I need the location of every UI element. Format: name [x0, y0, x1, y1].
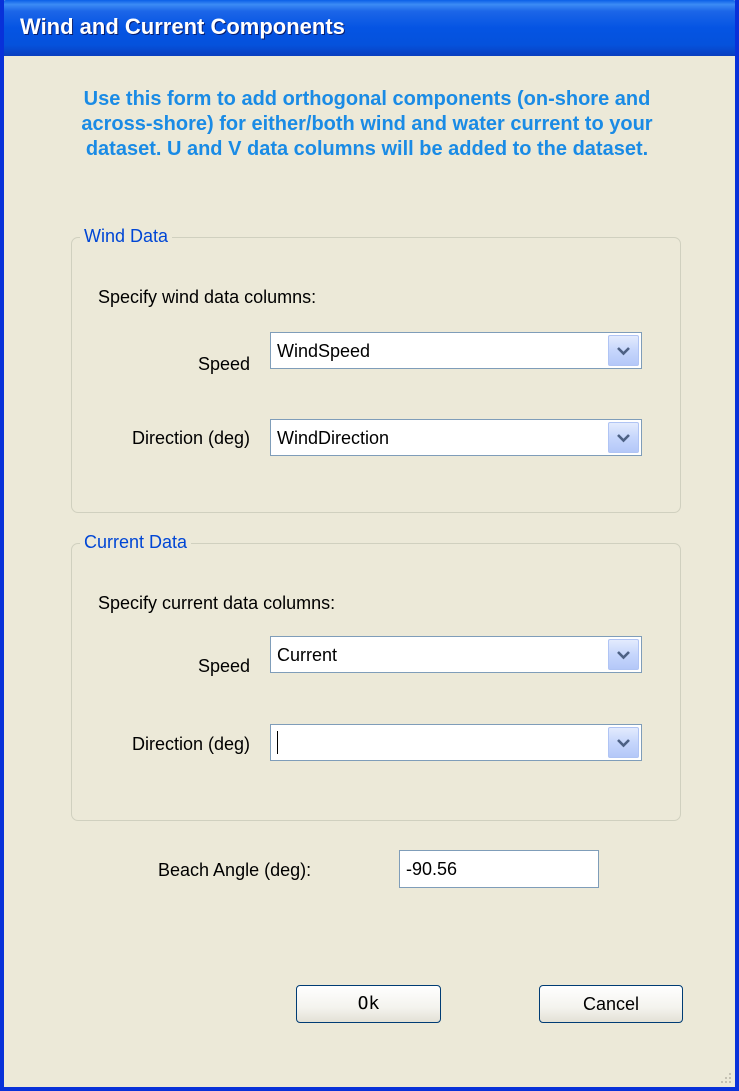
chevron-down-icon	[617, 434, 630, 443]
resize-grip-icon[interactable]	[717, 1069, 733, 1085]
window-title: Wind and Current Components	[20, 14, 345, 39]
wind-direction-dropdown-button[interactable]	[608, 422, 639, 453]
wind-speed-value: WindSpeed	[277, 341, 371, 361]
wind-data-legend: Wind Data	[80, 226, 173, 247]
title-bar[interactable]: Wind and Current Components	[4, 0, 735, 56]
chevron-down-icon	[617, 739, 630, 748]
wind-direction-label: Direction (deg)	[131, 428, 250, 448]
wind-direction-value: WindDirection	[277, 428, 390, 448]
beach-angle-label: Beach Angle (deg):	[158, 860, 312, 880]
cancel-button[interactable]: Cancel	[539, 985, 683, 1023]
current-direction-label: Direction (deg)	[131, 734, 250, 754]
chevron-down-icon	[617, 347, 630, 356]
dialog-window: Wind and Current Components Use this for…	[0, 0, 739, 1091]
wind-direction-select[interactable]: WindDirection	[270, 419, 642, 456]
current-direction-dropdown-button[interactable]	[608, 727, 639, 758]
text-caret	[277, 731, 278, 754]
current-speed-value: Current	[277, 645, 338, 665]
ok-button[interactable]: Ok	[296, 985, 441, 1023]
current-data-legend: Current Data	[80, 532, 192, 553]
wind-speed-dropdown-button[interactable]	[608, 335, 639, 366]
wind-speed-label: Speed	[197, 354, 250, 374]
beach-angle-input[interactable]	[399, 850, 599, 888]
current-speed-select[interactable]: Current	[270, 636, 642, 673]
current-data-subtitle: Specify current data columns:	[98, 593, 336, 613]
wind-speed-select[interactable]: WindSpeed	[270, 332, 642, 369]
current-speed-label: Speed	[197, 656, 250, 676]
wind-data-group: Wind Data Specify wind data columns: Spe…	[71, 226, 681, 513]
instructions-text: Use this form to add orthogonal componen…	[81, 88, 653, 160]
current-direction-select[interactable]	[270, 724, 642, 761]
wind-data-subtitle: Specify wind data columns:	[98, 287, 317, 307]
current-data-group: Current Data Specify current data column…	[71, 532, 681, 821]
chevron-down-icon	[617, 651, 630, 660]
current-speed-dropdown-button[interactable]	[608, 639, 639, 670]
